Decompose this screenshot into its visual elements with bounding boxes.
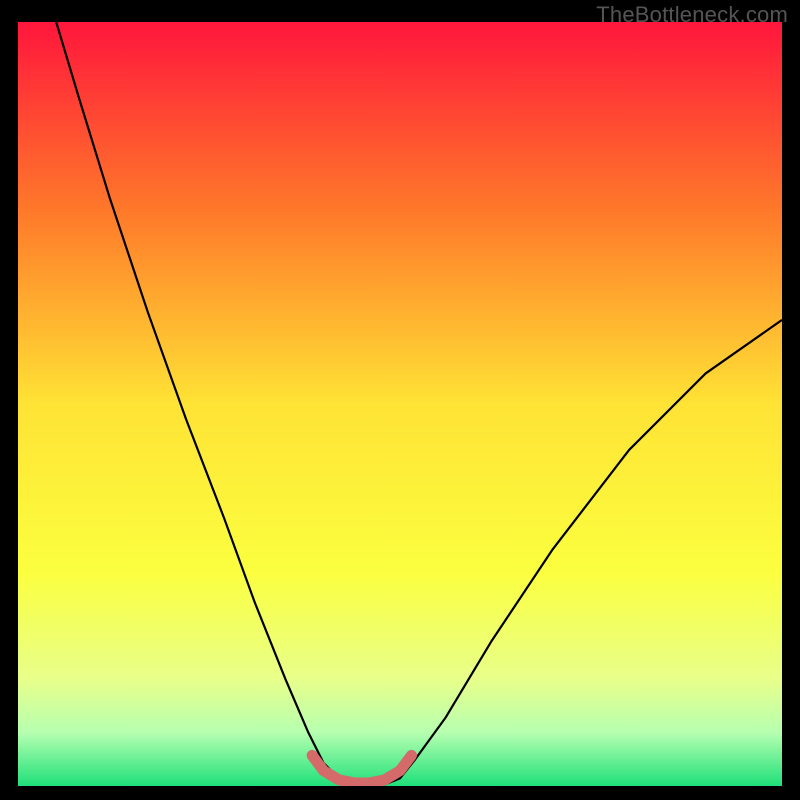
chart-svg	[18, 22, 782, 786]
gradient-background	[18, 22, 782, 786]
watermark-text: TheBottleneck.com	[596, 2, 788, 28]
plot-area	[18, 22, 782, 786]
chart-frame: TheBottleneck.com	[0, 0, 800, 800]
